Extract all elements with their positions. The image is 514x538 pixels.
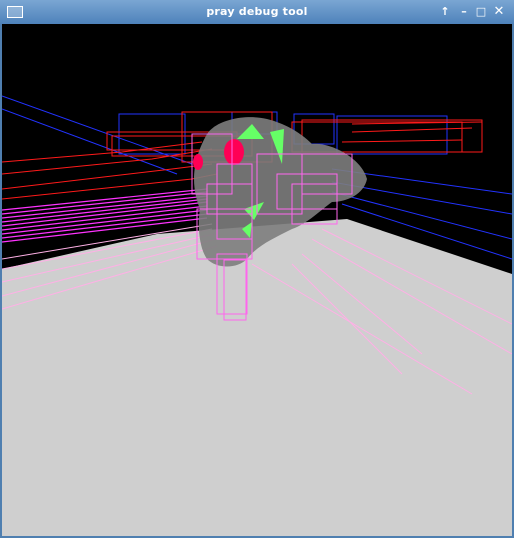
up-arrow-icon[interactable]: ↑ (438, 5, 452, 19)
minimize-icon[interactable]: – (457, 5, 471, 19)
render-viewport[interactable] (2, 24, 512, 536)
maximize-icon[interactable]: □ (474, 5, 488, 19)
scene-render (2, 24, 512, 536)
window-title: pray debug tool (206, 5, 308, 18)
close-icon[interactable]: ✕ (492, 5, 506, 19)
title-bar[interactable]: pray debug tool ↑ – □ ✕ (0, 0, 514, 24)
app-window: pray debug tool ↑ – □ ✕ (0, 0, 514, 538)
